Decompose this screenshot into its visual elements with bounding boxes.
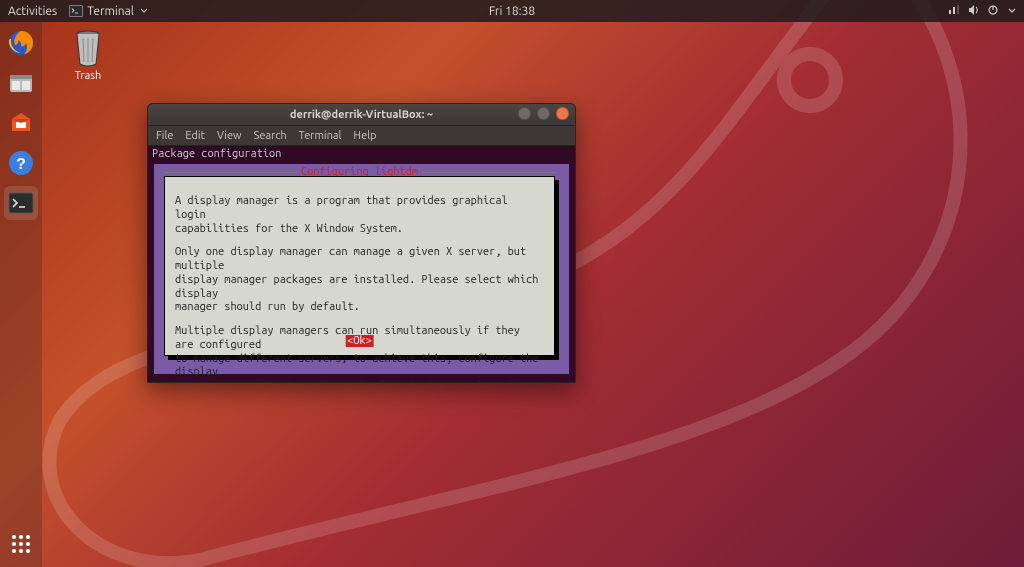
help-icon: ? bbox=[7, 149, 35, 177]
apps-grid-icon bbox=[10, 533, 32, 555]
window-minimize-button[interactable] bbox=[518, 107, 531, 120]
debconf-dialog: A display manager is a program that prov… bbox=[164, 176, 555, 356]
firefox-icon bbox=[7, 29, 35, 57]
menu-terminal[interactable]: Terminal bbox=[299, 130, 342, 142]
desktop-trash[interactable]: Trash bbox=[56, 28, 120, 82]
terminal-menubar: File Edit View Search Terminal Help bbox=[148, 126, 575, 146]
terminal-window: derrik@derrik-VirtualBox: ~ File Edit Vi… bbox=[147, 103, 576, 383]
sound-icon[interactable] bbox=[968, 5, 980, 18]
dock-item-help[interactable]: ? bbox=[4, 146, 38, 180]
menu-help[interactable]: Help bbox=[353, 130, 376, 142]
menu-file[interactable]: File bbox=[156, 130, 173, 142]
clock[interactable]: Fri 18:38 bbox=[489, 5, 535, 18]
debconf-text-2: Only one display manager can manage a gi… bbox=[175, 246, 544, 315]
svg-text:?: ? bbox=[16, 156, 26, 173]
software-icon bbox=[7, 109, 35, 137]
trash-icon bbox=[56, 28, 120, 68]
terminal-app-icon bbox=[7, 189, 35, 217]
menu-edit[interactable]: Edit bbox=[185, 130, 205, 142]
menu-search[interactable]: Search bbox=[254, 130, 287, 142]
window-title: derrik@derrik-VirtualBox: ~ bbox=[290, 109, 433, 121]
chevron-down-icon bbox=[140, 5, 148, 18]
debconf-text-3: Multiple display managers can run simult… bbox=[175, 325, 544, 383]
package-config-header: Package configuration bbox=[152, 148, 571, 160]
debconf-ok-button[interactable]: <Ok> bbox=[345, 335, 374, 347]
gnome-top-bar: Activities Terminal Fri 18:38 bbox=[0, 0, 1024, 22]
dock: ? bbox=[0, 22, 42, 567]
debconf-text-1: A display manager is a program that prov… bbox=[175, 195, 544, 236]
desktop-trash-label: Trash bbox=[56, 70, 120, 82]
power-icon[interactable] bbox=[988, 5, 998, 18]
terminal-icon bbox=[69, 5, 83, 17]
window-close-button[interactable] bbox=[556, 107, 569, 120]
app-menu-terminal[interactable]: Terminal bbox=[69, 5, 148, 18]
window-titlebar[interactable]: derrik@derrik-VirtualBox: ~ bbox=[148, 104, 575, 126]
show-applications-button[interactable] bbox=[4, 527, 38, 561]
debconf-background: Configuring lightdm A display manager is… bbox=[154, 164, 569, 374]
dock-item-firefox[interactable] bbox=[4, 26, 38, 60]
terminal-viewport[interactable]: Package configuration Configuring lightd… bbox=[148, 146, 575, 382]
dock-item-terminal[interactable] bbox=[4, 186, 38, 220]
menu-view[interactable]: View bbox=[217, 130, 242, 142]
files-icon bbox=[7, 69, 35, 97]
dock-item-files[interactable] bbox=[4, 66, 38, 100]
window-maximize-button[interactable] bbox=[537, 107, 550, 120]
dock-item-software[interactable] bbox=[4, 106, 38, 140]
activities-button[interactable]: Activities bbox=[8, 5, 57, 18]
system-menu-chevron[interactable] bbox=[1008, 5, 1016, 18]
app-menu-label: Terminal bbox=[87, 5, 134, 18]
network-icon[interactable] bbox=[948, 5, 960, 18]
